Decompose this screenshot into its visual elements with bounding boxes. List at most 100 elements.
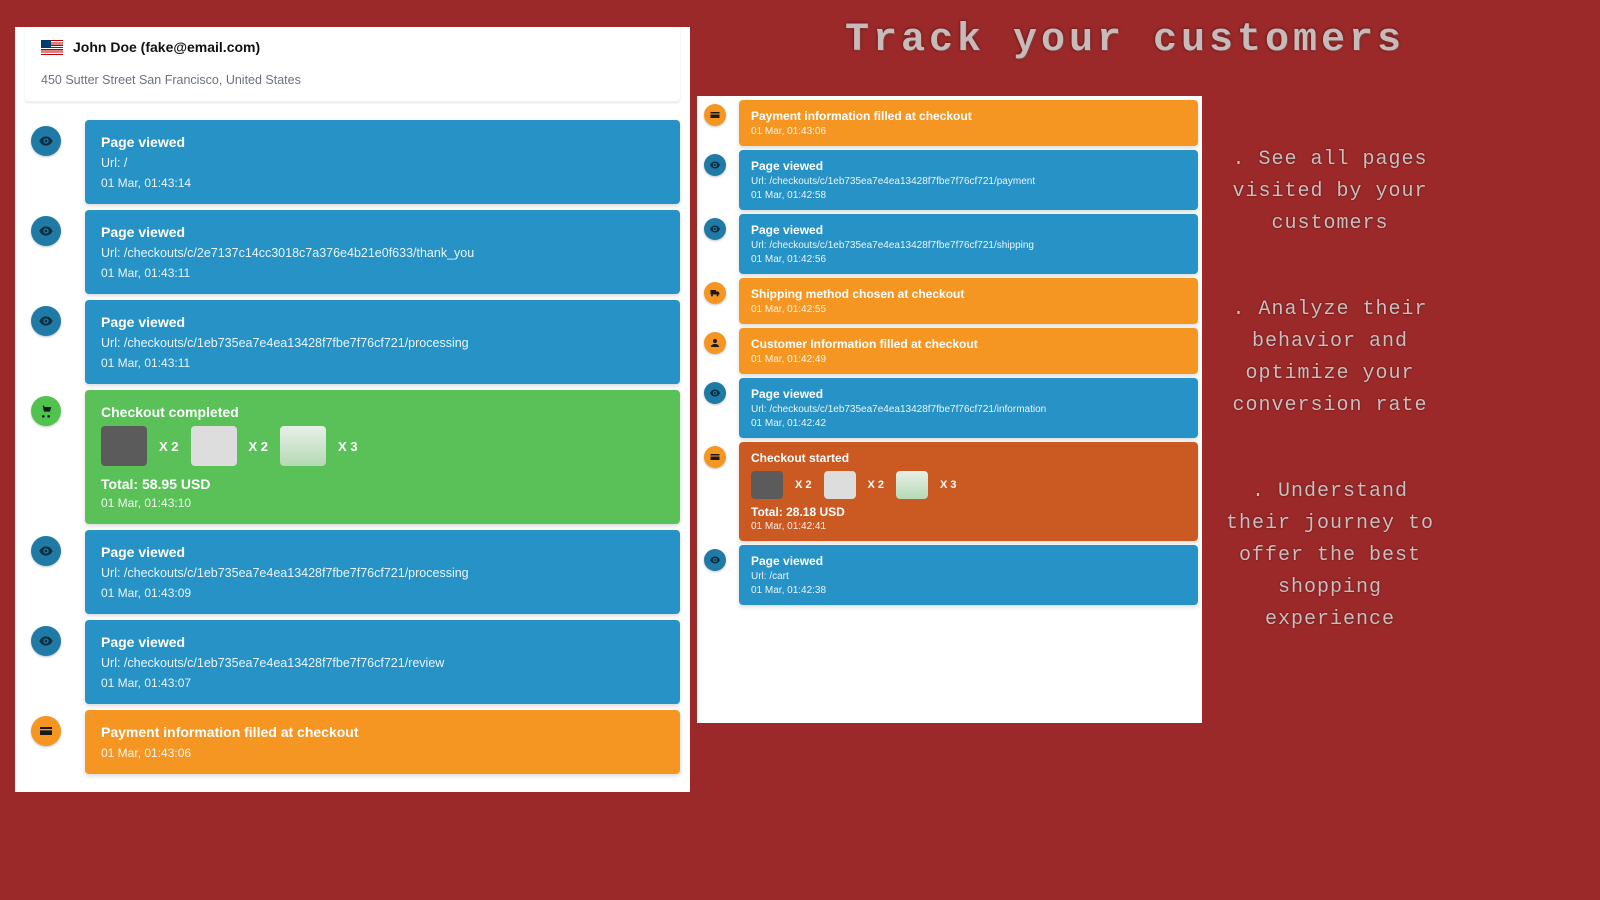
product-thumb xyxy=(824,471,856,499)
event-title: Checkout started xyxy=(751,451,1186,465)
eye-icon xyxy=(704,549,726,571)
timeline-event: Page viewed Url: /checkouts/c/1eb735ea7e4… xyxy=(701,150,1198,210)
event-timestamp: 01 Mar, 01:43:10 xyxy=(101,496,664,510)
event-url: Url: /checkouts/c/1eb735ea7e4ea13428f7fb… xyxy=(101,336,664,350)
event-url: Url: / xyxy=(101,156,664,170)
event-timestamp: 01 Mar, 01:43:06 xyxy=(751,126,1186,137)
timeline-event: Page viewed Url: /checkouts/c/1eb735ea7e4… xyxy=(25,620,680,704)
product-qty: X 3 xyxy=(338,439,358,454)
event-timestamp: 01 Mar, 01:43:11 xyxy=(101,356,664,370)
event-timestamp: 01 Mar, 01:42:49 xyxy=(751,354,1186,365)
event-card[interactable]: Payment information filled at checkout 01… xyxy=(85,710,680,774)
product-thumb xyxy=(896,471,928,499)
card-icon xyxy=(31,716,61,746)
eye-icon xyxy=(704,382,726,404)
event-url: Url: /checkouts/c/1eb735ea7e4ea13428f7fb… xyxy=(101,656,664,670)
event-timestamp: 01 Mar, 01:43:06 xyxy=(101,746,664,760)
cart-icon xyxy=(31,396,61,426)
timeline-event: Page viewed Url: /checkouts/c/1eb735ea7e4… xyxy=(701,378,1198,438)
event-card[interactable]: Page viewed Url: /checkouts/c/1eb735ea7e4… xyxy=(739,378,1198,438)
event-total: Total: 28.18 USD xyxy=(751,505,1186,519)
timeline-event: Checkout started X 2 X 2 X 3 Total: 28.18 US… xyxy=(701,442,1198,541)
truck-icon xyxy=(704,282,726,304)
event-card[interactable]: Page viewed Url: /checkouts/c/1eb735ea7e4… xyxy=(85,620,680,704)
customer-header: John Doe (fake@email.com) 450 Sutter Str… xyxy=(25,27,680,102)
product-thumb xyxy=(751,471,783,499)
timeline-event: Customer Information filled at checkout0… xyxy=(701,328,1198,374)
timeline-event: Page viewed Url: /checkouts/c/2e7137c14cc… xyxy=(25,210,680,294)
event-url: Url: /checkouts/c/1eb735ea7e4ea13428f7fb… xyxy=(751,176,1186,187)
event-card[interactable]: Page viewed Url: /checkouts/c/1eb735ea7e4… xyxy=(739,150,1198,210)
timeline-event: Page viewed Url: / 01 Mar, 01:43:14 xyxy=(25,120,680,204)
timeline-panel-right: Payment information filled at checkout 01… xyxy=(697,96,1202,723)
event-card[interactable]: Payment information filled at checkout 01… xyxy=(739,100,1198,146)
event-title: Page viewed xyxy=(101,544,664,560)
event-card[interactable]: Page viewed Url: /checkouts/c/1eb735ea7e4… xyxy=(85,300,680,384)
flag-icon xyxy=(41,40,63,55)
product-qty: X 2 xyxy=(159,439,179,454)
eye-icon xyxy=(31,536,61,566)
event-card[interactable]: Page viewed Url: /checkouts/c/1eb735ea7e4… xyxy=(739,214,1198,274)
event-timestamp: 01 Mar, 01:43:14 xyxy=(101,176,664,190)
event-title: Payment information filled at checkout xyxy=(101,724,664,740)
marketing-bullets: . See all pages visited by your customer… xyxy=(1214,144,1446,690)
bullet-3: . Understand their journey to offer the … xyxy=(1214,476,1446,636)
customer-name: John Doe (fake@email.com) xyxy=(73,39,260,55)
product-thumb xyxy=(101,426,147,466)
event-timestamp: 01 Mar, 01:43:09 xyxy=(101,586,664,600)
product-qty: X 3 xyxy=(940,479,957,491)
eye-icon xyxy=(704,218,726,240)
eye-icon xyxy=(31,306,61,336)
event-title: Page viewed xyxy=(101,224,664,240)
product-thumb xyxy=(280,426,326,466)
event-url: Url: /checkouts/c/1eb735ea7e4ea13428f7fb… xyxy=(751,404,1186,415)
event-card[interactable]: Page viewed Url: /checkouts/c/2e7137c14cc… xyxy=(85,210,680,294)
event-card[interactable]: Page viewed Url: /checkouts/c/1eb735ea7e4… xyxy=(85,530,680,614)
product-thumb xyxy=(191,426,237,466)
event-card[interactable]: Page viewedUrl: /cart01 Mar, 01:42:38 xyxy=(739,545,1198,605)
event-card[interactable]: Checkout completedX 2X 2X 3Total: 58.95 … xyxy=(85,390,680,524)
event-card[interactable]: Customer Information filled at checkout0… xyxy=(739,328,1198,374)
timeline-event: Page viewed Url: /checkouts/c/1eb735ea7e4… xyxy=(25,530,680,614)
timeline-panel-left: John Doe (fake@email.com) 450 Sutter Str… xyxy=(15,27,690,792)
card-icon xyxy=(704,446,726,468)
timeline-event: Page viewedUrl: /cart01 Mar, 01:42:38 xyxy=(701,545,1198,605)
event-title: Page viewed xyxy=(751,554,1186,568)
timeline-event: Shipping method chosen at checkout 01 Mar… xyxy=(701,278,1198,324)
event-title: Page viewed xyxy=(751,387,1186,401)
event-card[interactable]: Page viewed Url: / 01 Mar, 01:43:14 xyxy=(85,120,680,204)
event-timestamp: 01 Mar, 01:43:07 xyxy=(101,676,664,690)
event-timestamp: 01 Mar, 01:42:55 xyxy=(751,304,1186,315)
product-qty: X 2 xyxy=(249,439,269,454)
event-title: Shipping method chosen at checkout xyxy=(751,287,1186,301)
event-url: Url: /checkouts/c/1eb735ea7e4ea13428f7fb… xyxy=(101,566,664,580)
timeline-event: Payment information filled at checkout 01… xyxy=(25,710,680,774)
event-title: Page viewed xyxy=(751,223,1186,237)
event-url: Url: /checkouts/c/1eb735ea7e4ea13428f7fb… xyxy=(751,240,1186,251)
event-title: Page viewed xyxy=(101,314,664,330)
event-title: Page viewed xyxy=(751,159,1186,173)
event-card[interactable]: Checkout started X 2 X 2 X 3 Total: 28.18 US… xyxy=(739,442,1198,541)
event-title: Page viewed xyxy=(101,134,664,150)
timeline-event: Checkout completedX 2X 2X 3Total: 58.95 … xyxy=(25,390,680,524)
event-url: Url: /cart xyxy=(751,571,1186,582)
event-timestamp: 01 Mar, 01:42:41 xyxy=(751,521,1186,532)
product-qty: X 2 xyxy=(795,479,812,491)
event-total: Total: 58.95 USD xyxy=(101,476,664,492)
event-timestamp: 01 Mar, 01:42:58 xyxy=(751,190,1186,201)
event-title: Page viewed xyxy=(101,634,664,650)
customer-address: 450 Sutter Street San Francisco, United … xyxy=(41,73,664,87)
timeline-left: Page viewedUrl: /01 Mar, 01:43:14Page vi… xyxy=(15,102,690,774)
event-url: Url: /checkouts/c/2e7137c14cc3018c7a376e… xyxy=(101,246,664,260)
event-timestamp: 01 Mar, 01:43:11 xyxy=(101,266,664,280)
event-card[interactable]: Shipping method chosen at checkout 01 Mar… xyxy=(739,278,1198,324)
headline: Track your customers xyxy=(800,18,1450,63)
event-timestamp: 01 Mar, 01:42:56 xyxy=(751,254,1186,265)
product-qty: X 2 xyxy=(868,479,885,491)
user-icon xyxy=(704,332,726,354)
timeline-event: Page viewed Url: /checkouts/c/1eb735ea7e4… xyxy=(701,214,1198,274)
event-title: Payment information filled at checkout xyxy=(751,109,1186,123)
eye-icon xyxy=(31,216,61,246)
timeline-right: Payment information filled at checkout 01… xyxy=(701,100,1198,605)
bullet-1: . See all pages visited by your customer… xyxy=(1214,144,1446,240)
